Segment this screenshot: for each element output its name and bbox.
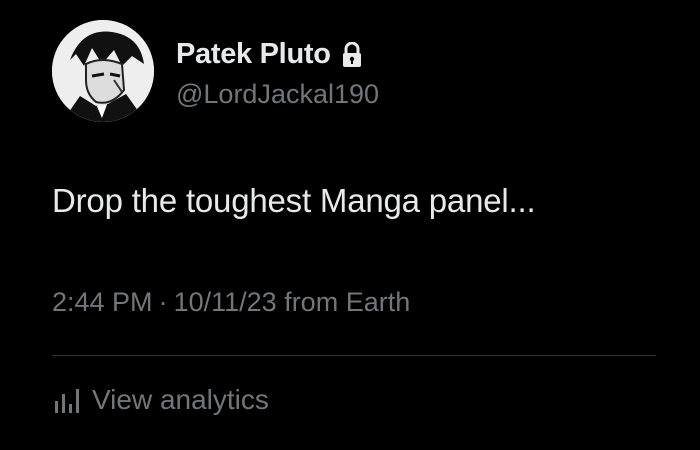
- meta-separator: ·: [158, 287, 168, 317]
- lock-icon: [341, 41, 363, 68]
- tweet-card: Patek Pluto @LordJackal190 Drop the toug…: [0, 0, 700, 450]
- tweet-source: from Earth: [284, 287, 411, 317]
- tweet-date[interactable]: 10/11/23: [174, 287, 277, 317]
- tweet-meta: 2:44 PM · 10/11/23 from Earth: [52, 287, 410, 318]
- tweet-header: Patek Pluto @LordJackal190: [52, 20, 379, 122]
- handle[interactable]: @LordJackal190: [176, 79, 379, 110]
- bar-chart-icon: [52, 385, 80, 415]
- avatar[interactable]: [52, 20, 154, 122]
- tweet-time[interactable]: 2:44 PM: [52, 287, 153, 317]
- display-name-row: Patek Pluto: [176, 33, 379, 77]
- tweet-text: Drop the toughest Manga panel...: [52, 182, 536, 219]
- author-names: Patek Pluto @LordJackal190: [176, 33, 379, 110]
- view-analytics-label: View analytics: [92, 384, 269, 415]
- avatar-image: [52, 20, 154, 122]
- display-name[interactable]: Patek Pluto: [176, 38, 331, 71]
- divider: [52, 355, 656, 356]
- view-analytics-link[interactable]: View analytics: [52, 384, 269, 416]
